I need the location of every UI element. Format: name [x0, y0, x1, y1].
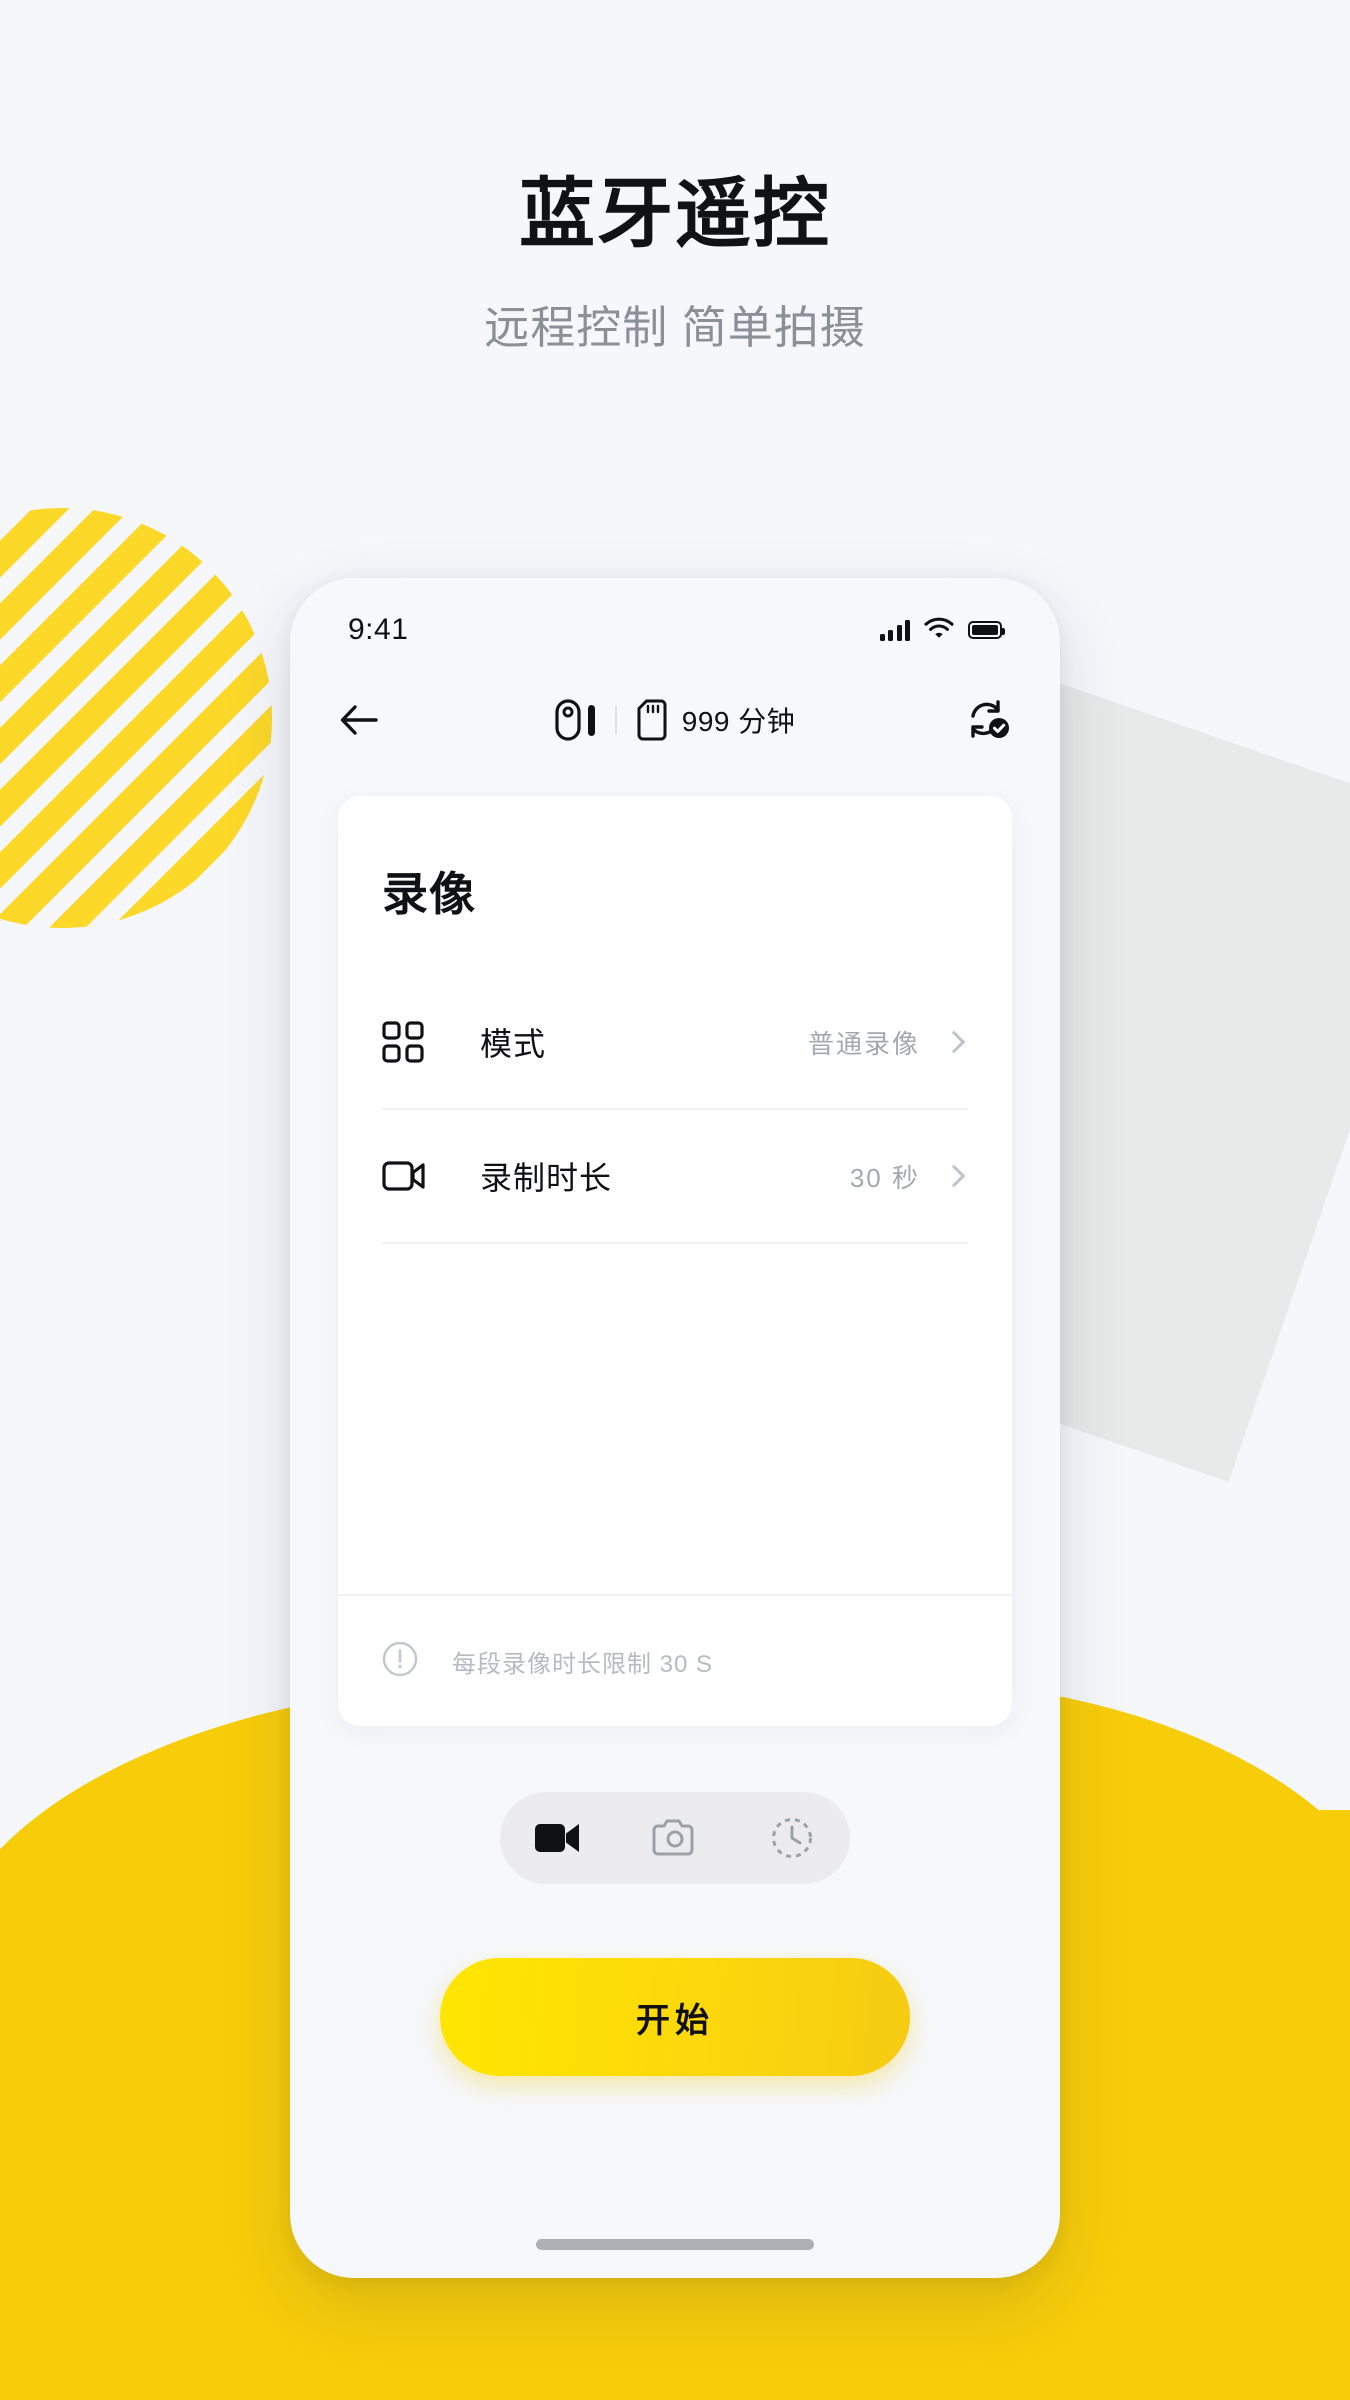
device-battery-bar-icon	[587, 704, 595, 736]
sd-card-icon	[637, 699, 667, 741]
grid-squares-icon	[382, 1021, 446, 1063]
wifi-icon	[924, 617, 954, 644]
cellular-signal-icon	[879, 619, 910, 641]
settings-row-label: 模式	[480, 1026, 547, 1062]
video-camera-filled-icon	[535, 1824, 580, 1852]
photo-camera-icon	[652, 1819, 694, 1856]
mode-option-photo[interactable]	[640, 1803, 710, 1873]
phone-mockup: 9:41 999 分钟 录像 模式 普通录像 录制时长 30 秒 每段录像时长限…	[290, 578, 1060, 2278]
card-footer-note: 每段录像时长限制 30 S	[338, 1594, 1012, 1726]
mode-option-video[interactable]	[523, 1803, 593, 1873]
card-footer-text: 每段录像时长限制 30 S	[452, 1650, 714, 1678]
settings-row-value: 30 秒	[849, 1162, 920, 1193]
settings-card: 录像 模式 普通录像 录制时长 30 秒 每段录像时长限制 30 S	[338, 796, 1012, 1726]
timer-clock-icon	[771, 1818, 812, 1858]
sync-check-icon	[971, 700, 1009, 738]
striped-circle-decoration	[0, 508, 272, 928]
arrow-left-icon	[340, 705, 378, 735]
storage-remaining-text: 999 分钟	[681, 706, 796, 737]
status-bar-time: 9:41	[348, 613, 409, 646]
start-button-wrap: 开始	[290, 1884, 1060, 2076]
camera-device-icon	[555, 699, 581, 741]
storage-indicator[interactable]: 999 分钟	[637, 699, 796, 741]
back-button[interactable]	[338, 703, 408, 737]
chevron-right-icon	[942, 1030, 966, 1054]
settings-row-duration[interactable]: 录制时长 30 秒	[382, 1110, 968, 1244]
video-camera-icon	[382, 1158, 446, 1194]
status-bar-icons	[879, 617, 1005, 644]
battery-full-icon	[968, 621, 1005, 639]
home-indicator-wrap	[290, 2076, 1060, 2278]
mode-selector	[500, 1792, 850, 1884]
settings-row-value: 普通录像	[807, 1028, 920, 1059]
nav-divider	[614, 706, 617, 734]
device-battery-indicator[interactable]	[555, 699, 595, 741]
sync-button[interactable]	[942, 698, 1012, 742]
card-title: 录像	[382, 868, 476, 920]
mode-option-timer[interactable]	[757, 1803, 827, 1873]
chevron-right-icon	[942, 1164, 966, 1188]
settings-row-label: 录制时长	[480, 1160, 613, 1196]
mode-selector-wrap	[290, 1726, 1060, 1884]
info-circle-icon	[382, 1641, 418, 1682]
status-bar: 9:41	[290, 578, 1060, 664]
settings-card-body: 录像 模式 普通录像 录制时长 30 秒	[338, 796, 1012, 1594]
app-nav-bar: 999 分钟	[290, 664, 1060, 776]
settings-row-mode[interactable]: 模式 普通录像	[382, 976, 968, 1110]
home-indicator-bar[interactable]	[536, 2239, 814, 2250]
nav-status-group: 999 分钟	[408, 699, 942, 741]
start-button[interactable]: 开始	[440, 1958, 910, 2076]
